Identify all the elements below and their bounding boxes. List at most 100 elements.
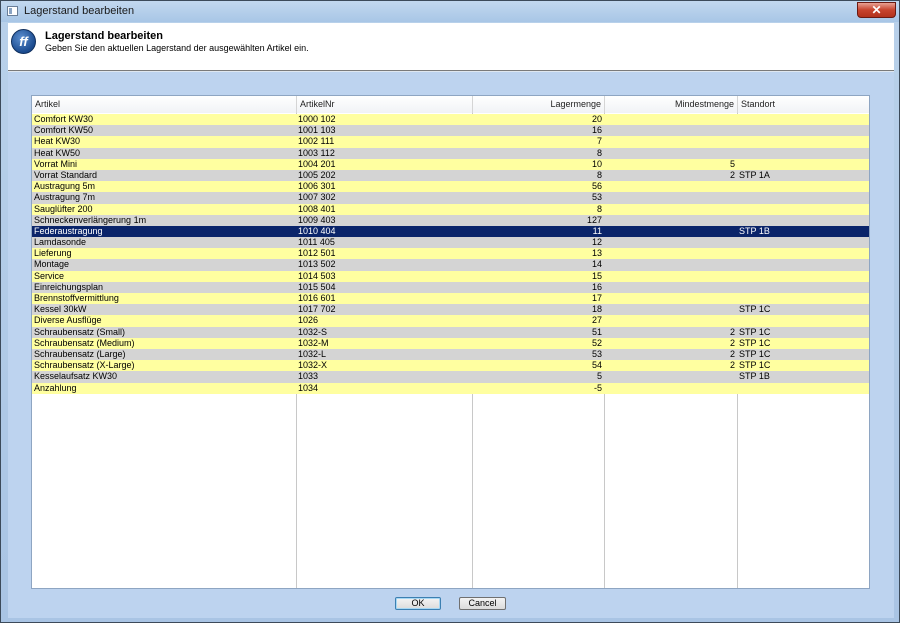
cell-standort[interactable]	[738, 136, 869, 147]
cell-artikel[interactable]: Austragung 5m	[32, 181, 296, 192]
cell-artikelnr[interactable]: 1007 302	[297, 192, 472, 203]
cell-artikel[interactable]: Einreichungsplan	[32, 282, 296, 293]
table-row[interactable]: Austragung 7m 1007 302 53	[32, 192, 869, 204]
cell-mindestmenge[interactable]: 5	[605, 159, 737, 170]
cell-lagermenge[interactable]: 8	[473, 148, 604, 159]
cell-artikel[interactable]: Schraubensatz (Large)	[32, 349, 296, 360]
cell-standort[interactable]	[738, 114, 869, 125]
column-header-artikel[interactable]: Artikel	[32, 96, 297, 113]
cell-mindestmenge[interactable]	[605, 259, 737, 270]
cell-lagermenge[interactable]: 8	[473, 204, 604, 215]
cell-lagermenge[interactable]: 13	[473, 248, 604, 259]
title-bar[interactable]: Lagerstand bearbeiten ✕	[1, 1, 899, 22]
cell-lagermenge[interactable]: 8	[473, 170, 604, 181]
cell-standort[interactable]	[738, 215, 869, 226]
cell-standort[interactable]	[738, 271, 869, 282]
cell-lagermenge[interactable]: 53	[473, 349, 604, 360]
cell-artikel[interactable]: Kessel 30kW	[32, 304, 296, 315]
cell-lagermenge[interactable]: 11	[473, 226, 604, 237]
cell-mindestmenge[interactable]	[605, 192, 737, 203]
cell-mindestmenge[interactable]	[605, 125, 737, 136]
cell-standort[interactable]	[738, 125, 869, 136]
cell-artikel[interactable]: Vorrat Standard	[32, 170, 296, 181]
cell-artikelnr[interactable]: 1016 601	[297, 293, 472, 304]
table-row[interactable]: Einreichungsplan 1015 504 16	[32, 281, 869, 293]
cell-artikelnr[interactable]: 1002 111	[297, 136, 472, 147]
cell-artikel[interactable]: Comfort KW50	[32, 125, 296, 136]
cell-mindestmenge[interactable]	[605, 271, 737, 282]
cell-artikel[interactable]: Diverse Ausflüge	[32, 315, 296, 326]
cell-artikel[interactable]: Federaustragung	[32, 226, 296, 237]
cell-mindestmenge[interactable]	[605, 204, 737, 215]
cell-standort[interactable]	[738, 159, 869, 170]
cell-artikel[interactable]: Anzahlung	[32, 383, 296, 394]
cell-mindestmenge[interactable]	[605, 304, 737, 315]
cell-standort[interactable]: STP 1C	[738, 327, 869, 338]
table-row[interactable]: Schneckenverlängerung 1m 1009 403 127	[32, 214, 869, 226]
table-row[interactable]: Sauglüfter 200 1008 401 8	[32, 203, 869, 215]
cell-mindestmenge[interactable]	[605, 293, 737, 304]
cell-artikel[interactable]: Lieferung	[32, 248, 296, 259]
table-row[interactable]: Vorrat Mini 1004 201 10 5	[32, 158, 869, 170]
cell-artikel[interactable]: Heat KW30	[32, 136, 296, 147]
cell-artikelnr[interactable]: 1004 201	[297, 159, 472, 170]
cell-standort[interactable]: STP 1A	[738, 170, 869, 181]
cell-artikelnr[interactable]: 1034	[297, 383, 472, 394]
table-row[interactable]: Comfort KW50 1001 103 16	[32, 125, 869, 137]
cell-artikelnr[interactable]: 1003 112	[297, 148, 472, 159]
cell-artikel[interactable]: Montage	[32, 259, 296, 270]
ok-button[interactable]: OK	[395, 597, 441, 610]
cell-artikel[interactable]: Schraubensatz (Medium)	[32, 338, 296, 349]
cell-lagermenge[interactable]: 16	[473, 282, 604, 293]
cell-lagermenge[interactable]: 5	[473, 371, 604, 382]
cell-lagermenge[interactable]: 127	[473, 215, 604, 226]
cell-lagermenge[interactable]: -5	[473, 383, 604, 394]
cell-artikel[interactable]: Heat KW50	[32, 148, 296, 159]
cell-lagermenge[interactable]: 14	[473, 259, 604, 270]
cell-artikelnr[interactable]: 1033	[297, 371, 472, 382]
cell-lagermenge[interactable]: 15	[473, 271, 604, 282]
cell-artikelnr[interactable]: 1032-S	[297, 327, 472, 338]
cell-artikel[interactable]: Schraubensatz (X-Large)	[32, 360, 296, 371]
cell-artikelnr[interactable]: 1008 401	[297, 204, 472, 215]
table-row[interactable]: Heat KW50 1003 112 8	[32, 147, 869, 159]
cell-artikelnr[interactable]: 1005 202	[297, 170, 472, 181]
cell-standort[interactable]	[738, 204, 869, 215]
cell-standort[interactable]: STP 1C	[738, 338, 869, 349]
cell-mindestmenge[interactable]: 2	[605, 349, 737, 360]
cell-standort[interactable]: STP 1B	[738, 226, 869, 237]
table-row[interactable]: Kessel 30kW 1017 702 18 STP 1C	[32, 304, 869, 316]
column-header-lagermenge[interactable]: Lagermenge	[473, 96, 605, 113]
cell-lagermenge[interactable]: 12	[473, 237, 604, 248]
cell-artikel[interactable]: Austragung 7m	[32, 192, 296, 203]
cell-artikelnr[interactable]: 1009 403	[297, 215, 472, 226]
table-row[interactable]: Lieferung 1012 501 13	[32, 248, 869, 260]
cell-artikelnr[interactable]: 1001 103	[297, 125, 472, 136]
cell-lagermenge[interactable]: 20	[473, 114, 604, 125]
cell-lagermenge[interactable]: 53	[473, 192, 604, 203]
cell-standort[interactable]	[738, 315, 869, 326]
cancel-button[interactable]: Cancel	[459, 597, 506, 610]
cell-artikelnr[interactable]: 1013 502	[297, 259, 472, 270]
table-row[interactable]: Anzahlung 1034 -5	[32, 382, 869, 394]
cell-artikelnr[interactable]: 1011 405	[297, 237, 472, 248]
cell-artikelnr[interactable]: 1014 503	[297, 271, 472, 282]
table-row[interactable]: Brennstoffvermittlung 1016 601 17	[32, 293, 869, 305]
cell-lagermenge[interactable]: 52	[473, 338, 604, 349]
cell-standort[interactable]	[738, 148, 869, 159]
cell-artikel[interactable]: Comfort KW30	[32, 114, 296, 125]
cell-mindestmenge[interactable]	[605, 371, 737, 382]
cell-artikelnr[interactable]: 1006 301	[297, 181, 472, 192]
close-button[interactable]: ✕	[857, 2, 896, 18]
table-row[interactable]: Austragung 5m 1006 301 56	[32, 181, 869, 193]
cell-lagermenge[interactable]: 16	[473, 125, 604, 136]
cell-standort[interactable]: STP 1C	[738, 304, 869, 315]
cell-lagermenge[interactable]: 10	[473, 159, 604, 170]
table-row[interactable]: Schraubensatz (Medium) 1032-M 52 2 STP 1C	[32, 337, 869, 349]
cell-mindestmenge[interactable]	[605, 136, 737, 147]
cell-artikelnr[interactable]: 1000 102	[297, 114, 472, 125]
cell-mindestmenge[interactable]	[605, 226, 737, 237]
cell-lagermenge[interactable]: 56	[473, 181, 604, 192]
cell-lagermenge[interactable]: 54	[473, 360, 604, 371]
cell-artikel[interactable]: Lamdasonde	[32, 237, 296, 248]
